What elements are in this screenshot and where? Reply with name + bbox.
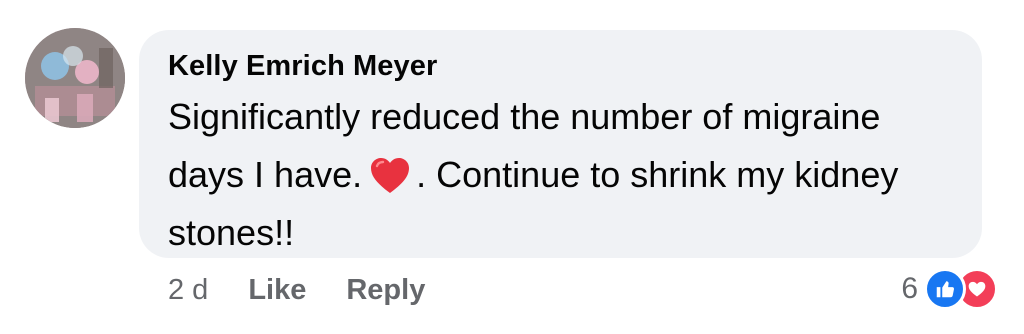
- comment-line-2: days I have. . Continue to shrink my kidn…: [168, 146, 968, 204]
- like-button[interactable]: Like: [248, 274, 306, 307]
- comment-author[interactable]: Kelly Emrich Meyer: [168, 50, 437, 83]
- like-reaction-icon: [924, 268, 966, 310]
- reactions-summary[interactable]: 6: [901, 266, 998, 312]
- comment-line-2-end: . Continue to shrink my kidney: [416, 154, 899, 195]
- reaction-count: 6: [901, 272, 918, 305]
- comment-line-2-start: days I have.: [168, 154, 363, 195]
- comment-actions: 2 d Like Reply: [168, 270, 425, 310]
- reply-button[interactable]: Reply: [346, 274, 425, 307]
- heart-emoji-icon: [368, 154, 412, 194]
- avatar-photo: [25, 28, 125, 128]
- comment-text: Significantly reduced the number of migr…: [168, 88, 968, 262]
- comment-timestamp[interactable]: 2 d: [168, 274, 208, 307]
- avatar[interactable]: [25, 28, 125, 128]
- comment-line-1: Significantly reduced the number of migr…: [168, 96, 881, 137]
- comment-line-3: stones!!: [168, 212, 295, 253]
